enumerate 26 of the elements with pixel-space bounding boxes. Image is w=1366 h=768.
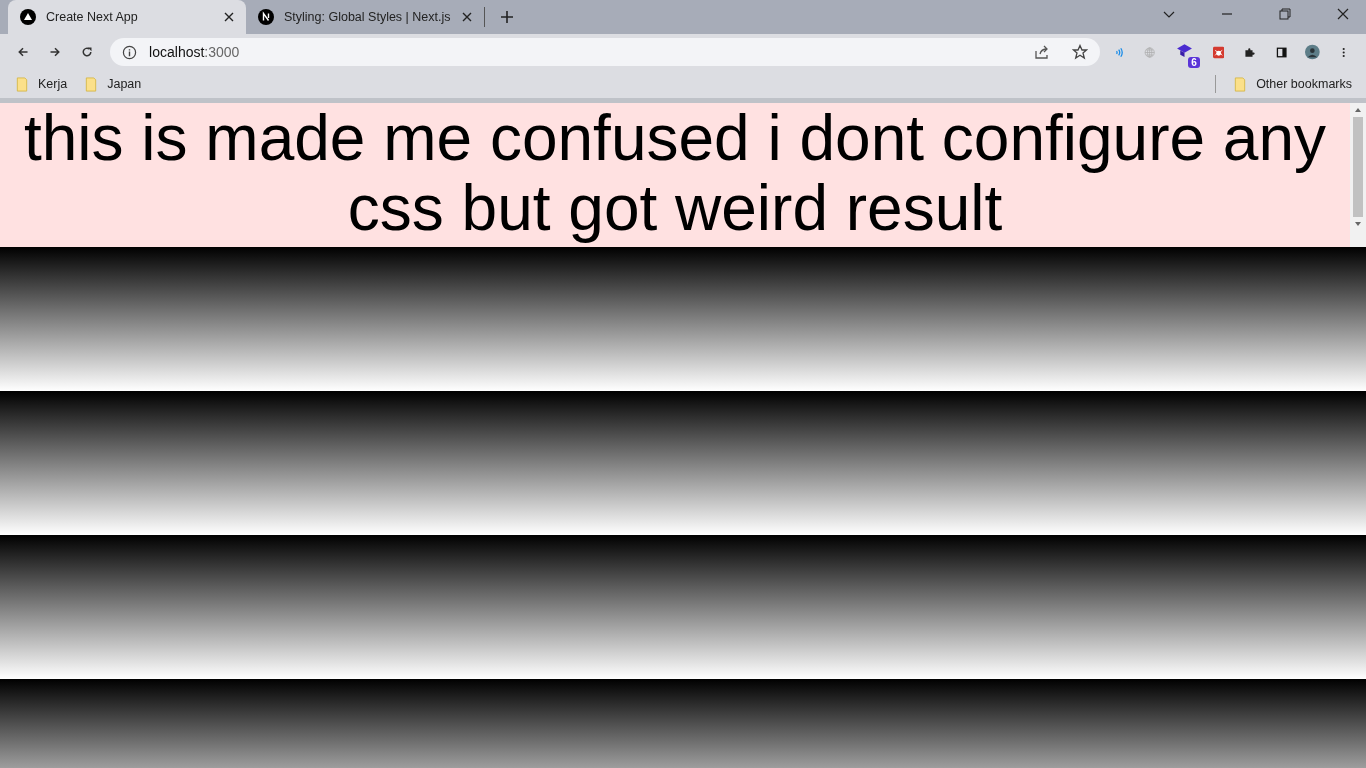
- share-icon[interactable]: [1034, 44, 1051, 60]
- scrollbar-thumb[interactable]: [1353, 117, 1363, 217]
- n-logo-icon: [258, 9, 274, 25]
- bookmark-folder[interactable]: Kerja: [16, 76, 68, 92]
- bookmark-folder[interactable]: Other bookmarks: [1234, 76, 1352, 92]
- close-icon[interactable]: [1337, 8, 1349, 20]
- triangle-logo-icon: [20, 9, 36, 25]
- browser-tab[interactable]: Create Next App: [8, 0, 246, 34]
- bookmark-folder[interactable]: Japan: [85, 76, 142, 92]
- scrollbar[interactable]: [1350, 103, 1366, 247]
- folder-icon: [16, 76, 28, 92]
- close-icon[interactable]: [224, 12, 234, 22]
- url-text: localhost:3000: [149, 44, 240, 60]
- close-icon[interactable]: [462, 12, 472, 22]
- tab-title: Create Next App: [46, 10, 139, 24]
- page-heading: this is made me confused i dont configure any css but got weird result: [22, 103, 1328, 243]
- address-bar[interactable]: localhost:3000: [110, 38, 1101, 66]
- tab-title: Styling: Global Styles | Next.js: [284, 10, 452, 24]
- star-icon[interactable]: [1072, 44, 1089, 60]
- folder-icon: [1234, 76, 1247, 92]
- folder-icon: [85, 76, 98, 92]
- restore-icon[interactable]: [1279, 8, 1291, 20]
- info-icon: [122, 44, 138, 60]
- browser-tab[interactable]: Styling: Global Styles | Next.js: [246, 0, 484, 34]
- extension-badge: 6: [1188, 57, 1200, 68]
- new-tab-icon[interactable]: [501, 11, 513, 23]
